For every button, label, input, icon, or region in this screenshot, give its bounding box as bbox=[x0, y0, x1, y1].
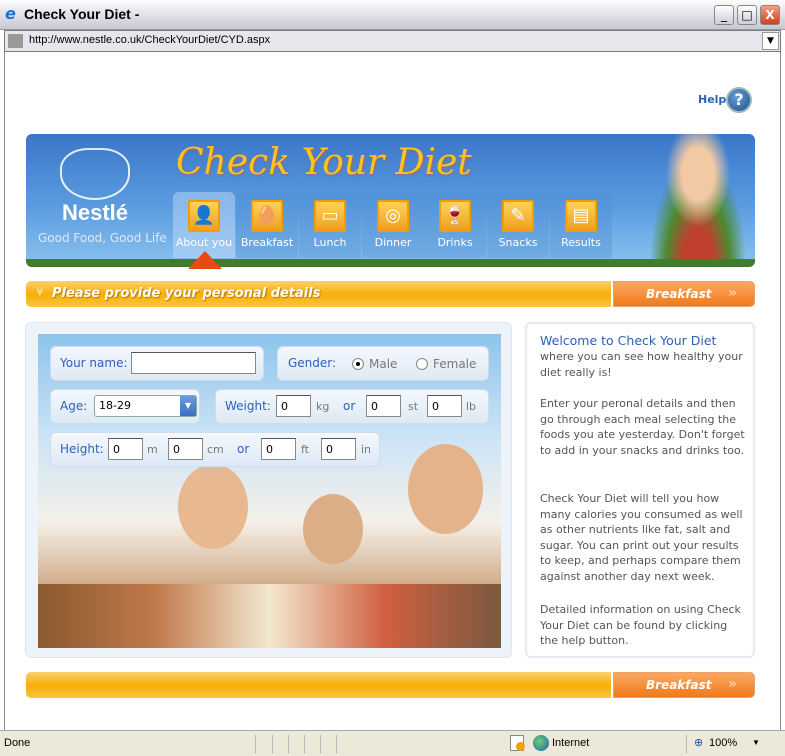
chevron-down-icon: ¥ bbox=[36, 285, 44, 299]
woman-with-vegetables-image bbox=[641, 134, 755, 267]
welcome-panel: Welcome to Check Your Diet where you can… bbox=[525, 322, 755, 658]
instruction-text: Please provide your personal details bbox=[52, 286, 321, 301]
instruction-bar: ¥ Please provide your personal details bbox=[26, 281, 611, 307]
height-m-input[interactable] bbox=[108, 438, 143, 460]
welcome-text: Detailed information on using Check Your… bbox=[540, 603, 741, 648]
maximize-button[interactable]: □ bbox=[737, 5, 757, 25]
banner: Nestlé Good Food, Good Life Check Your D… bbox=[26, 134, 755, 267]
tab-snacks[interactable]: ✎ Snacks bbox=[487, 192, 549, 258]
address-bar[interactable]: http://www.nestle.co.uk/CheckYourDiet/CY… bbox=[4, 30, 781, 52]
app-title: Check Your Diet bbox=[176, 142, 472, 183]
security-zone: Internet bbox=[552, 737, 590, 749]
personal-details-panel: Your name: Gender: Male Female Age: 18-2… bbox=[25, 322, 512, 658]
chevron-down-icon[interactable]: ▼ bbox=[762, 32, 779, 50]
photo-person bbox=[178, 464, 248, 549]
photo-person bbox=[303, 494, 363, 564]
photo-person bbox=[408, 444, 483, 534]
welcome-text: Enter your peronal details and then go t… bbox=[540, 397, 745, 457]
lunchbox-icon: ▭ bbox=[314, 200, 346, 232]
age-group: Age: 18-29 ▼ bbox=[50, 389, 200, 424]
bottom-bar bbox=[26, 672, 611, 698]
page-icon bbox=[8, 34, 23, 48]
age-select[interactable]: 18-29 ▼ bbox=[94, 395, 197, 417]
welcome-text: Check Your Diet will tell you how many c… bbox=[540, 492, 743, 583]
tab-breakfast[interactable]: 🥚 Breakfast bbox=[236, 192, 298, 258]
male-radio[interactable] bbox=[352, 358, 364, 370]
brand-logo: Nestlé bbox=[62, 200, 129, 225]
next-breakfast-button[interactable]: Breakfast » bbox=[613, 281, 755, 307]
notepad-icon: ▤ bbox=[565, 200, 597, 232]
zoom-level[interactable]: 100% bbox=[709, 737, 737, 749]
ie-icon: e bbox=[5, 4, 16, 23]
slogan: Good Food, Good Life bbox=[38, 231, 167, 245]
plate-icon: ◎ bbox=[377, 200, 409, 232]
window-title: Check Your Diet - bbox=[24, 6, 140, 22]
height-in-input[interactable] bbox=[321, 438, 356, 460]
weight-st-input[interactable] bbox=[366, 395, 401, 417]
chevron-down-icon[interactable]: ▼ bbox=[180, 396, 196, 416]
name-group: Your name: bbox=[50, 346, 264, 381]
weight-kg-input[interactable] bbox=[276, 395, 311, 417]
nestle-nest-logo-icon bbox=[60, 148, 130, 200]
tab-about-you[interactable]: 👤 About you bbox=[173, 192, 235, 258]
gender-group: Gender: Male Female bbox=[277, 346, 489, 381]
egg-icon: 🥚 bbox=[251, 200, 283, 232]
tab-results[interactable]: ▤ Results bbox=[550, 192, 612, 258]
url-text: http://www.nestle.co.uk/CheckYourDiet/CY… bbox=[29, 34, 271, 46]
height-cm-input[interactable] bbox=[168, 438, 203, 460]
question-icon[interactable]: ? bbox=[726, 87, 752, 113]
zoom-icon[interactable]: ⊕ bbox=[694, 736, 703, 749]
active-tab-pointer bbox=[188, 251, 222, 269]
welcome-text: where you can see how healthy your diet … bbox=[540, 350, 743, 379]
snack-icon: ✎ bbox=[502, 200, 534, 232]
title-bar: e Check Your Diet - _ □ X bbox=[0, 0, 785, 30]
popup-blocked-icon[interactable] bbox=[510, 735, 525, 751]
grass-strip bbox=[26, 259, 755, 267]
tab-lunch[interactable]: ▭ Lunch bbox=[299, 192, 361, 258]
person-icon: 👤 bbox=[188, 200, 220, 232]
weight-lb-input[interactable] bbox=[427, 395, 462, 417]
status-text: Done bbox=[4, 737, 31, 749]
tab-drinks[interactable]: 🍷 Drinks bbox=[424, 192, 486, 258]
tab-dinner[interactable]: ◎ Dinner bbox=[362, 192, 424, 258]
family-photo bbox=[38, 334, 501, 648]
status-bar: Done Internet ⊕ 100% ▼ bbox=[0, 730, 785, 756]
weight-group: Weight: kg or st lb bbox=[215, 389, 489, 424]
height-ft-input[interactable] bbox=[261, 438, 296, 460]
photo-food bbox=[38, 584, 501, 648]
double-chevron-right-icon: » bbox=[728, 285, 738, 301]
close-button[interactable]: X bbox=[760, 5, 780, 25]
globe-icon bbox=[533, 735, 549, 751]
welcome-heading: Welcome to Check Your Diet bbox=[540, 333, 717, 348]
name-input[interactable] bbox=[131, 352, 256, 374]
glasses-icon: 🍷 bbox=[439, 200, 471, 232]
next-breakfast-button-bottom[interactable]: Breakfast » bbox=[613, 672, 755, 698]
female-radio[interactable] bbox=[416, 358, 428, 370]
double-chevron-right-icon: » bbox=[728, 676, 738, 692]
chevron-down-icon[interactable]: ▼ bbox=[752, 738, 760, 747]
height-group: Height: m cm or ft in bbox=[50, 432, 380, 467]
minimize-button[interactable]: _ bbox=[714, 5, 734, 25]
help-link[interactable]: Help bbox=[698, 93, 726, 106]
